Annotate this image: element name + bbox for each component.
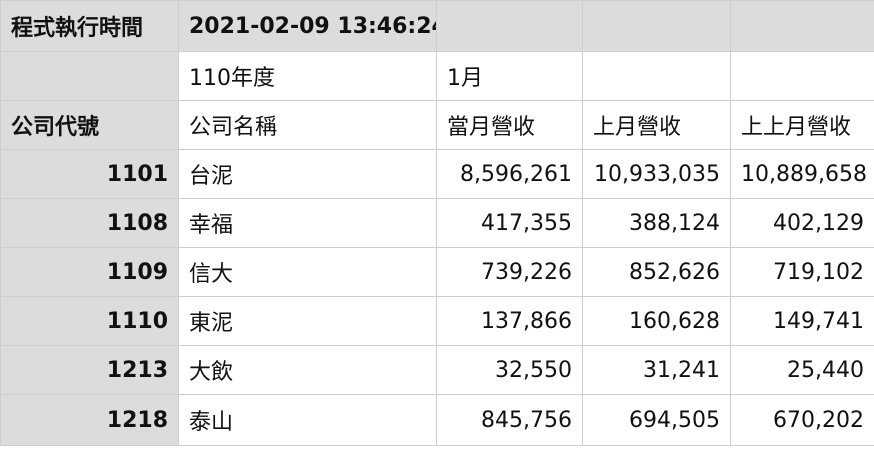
last-month-revenue-header[interactable]: 上月營收 xyxy=(582,100,731,150)
period-row: 110年度 1月 xyxy=(0,51,874,101)
two-months-ago-revenue-header[interactable]: 上上月營收 xyxy=(730,100,874,150)
company-code-header[interactable]: 公司代號 xyxy=(0,100,179,150)
empty-cell[interactable] xyxy=(730,51,874,101)
run-time-label-cell[interactable]: 程式執行時間 xyxy=(0,0,179,52)
company-code-cell[interactable]: 1109 xyxy=(0,247,179,297)
company-code-cell[interactable]: 1108 xyxy=(0,198,179,248)
company-code-cell[interactable]: 1101 xyxy=(0,149,179,199)
column-header-row: 公司代號 公司名稱 當月營收 上月營收 上上月營收 xyxy=(0,100,874,150)
this-month-revenue-cell[interactable]: 739,226 xyxy=(436,247,583,297)
run-time-value-cell[interactable]: 2021-02-09 13:46:24 xyxy=(178,0,437,52)
this-month-revenue-cell[interactable]: 8,596,261 xyxy=(436,149,583,199)
company-name-cell[interactable]: 幸福 xyxy=(178,198,437,248)
last-month-revenue-cell[interactable]: 10,933,035 xyxy=(582,149,731,199)
table-row: 1213 大飲 32,550 31,241 25,440 xyxy=(0,345,874,395)
last-month-revenue-cell[interactable]: 694,505 xyxy=(582,394,731,446)
two-months-ago-revenue-cell[interactable]: 402,129 xyxy=(730,198,874,248)
company-name-cell[interactable]: 泰山 xyxy=(178,394,437,446)
empty-cell[interactable] xyxy=(582,51,731,101)
company-code-cell[interactable]: 1218 xyxy=(0,394,179,446)
header-row: 程式執行時間 2021-02-09 13:46:24 xyxy=(0,0,874,52)
month-cell[interactable]: 1月 xyxy=(436,51,583,101)
empty-cell[interactable] xyxy=(0,51,179,101)
last-month-revenue-cell[interactable]: 160,628 xyxy=(582,296,731,346)
empty-cell[interactable] xyxy=(582,0,731,52)
company-name-header[interactable]: 公司名稱 xyxy=(178,100,437,150)
table-row: 1108 幸福 417,355 388,124 402,129 xyxy=(0,198,874,248)
last-month-revenue-cell[interactable]: 852,626 xyxy=(582,247,731,297)
this-month-revenue-cell[interactable]: 845,756 xyxy=(436,394,583,446)
spreadsheet-table: 程式執行時間 2021-02-09 13:46:24 110年度 1月 公司代號… xyxy=(0,0,874,446)
table-row: 1109 信大 739,226 852,626 719,102 xyxy=(0,247,874,297)
last-month-revenue-cell[interactable]: 31,241 xyxy=(582,345,731,395)
last-month-revenue-cell[interactable]: 388,124 xyxy=(582,198,731,248)
two-months-ago-revenue-cell[interactable]: 25,440 xyxy=(730,345,874,395)
two-months-ago-revenue-cell[interactable]: 719,102 xyxy=(730,247,874,297)
empty-cell[interactable] xyxy=(730,0,874,52)
two-months-ago-revenue-cell[interactable]: 10,889,658 xyxy=(730,149,874,199)
two-months-ago-revenue-cell[interactable]: 149,741 xyxy=(730,296,874,346)
company-name-cell[interactable]: 東泥 xyxy=(178,296,437,346)
this-month-revenue-cell[interactable]: 137,866 xyxy=(436,296,583,346)
empty-cell[interactable] xyxy=(436,0,583,52)
company-name-cell[interactable]: 台泥 xyxy=(178,149,437,199)
table-row: 1110 東泥 137,866 160,628 149,741 xyxy=(0,296,874,346)
this-month-revenue-cell[interactable]: 417,355 xyxy=(436,198,583,248)
company-code-cell[interactable]: 1213 xyxy=(0,345,179,395)
company-name-cell[interactable]: 大飲 xyxy=(178,345,437,395)
two-months-ago-revenue-cell[interactable]: 670,202 xyxy=(730,394,874,446)
this-month-revenue-header[interactable]: 當月營收 xyxy=(436,100,583,150)
table-row: 1218 泰山 845,756 694,505 670,202 xyxy=(0,394,874,446)
fiscal-year-cell[interactable]: 110年度 xyxy=(178,51,437,101)
table-row: 1101 台泥 8,596,261 10,933,035 10,889,658 xyxy=(0,149,874,199)
company-code-cell[interactable]: 1110 xyxy=(0,296,179,346)
company-name-cell[interactable]: 信大 xyxy=(178,247,437,297)
this-month-revenue-cell[interactable]: 32,550 xyxy=(436,345,583,395)
